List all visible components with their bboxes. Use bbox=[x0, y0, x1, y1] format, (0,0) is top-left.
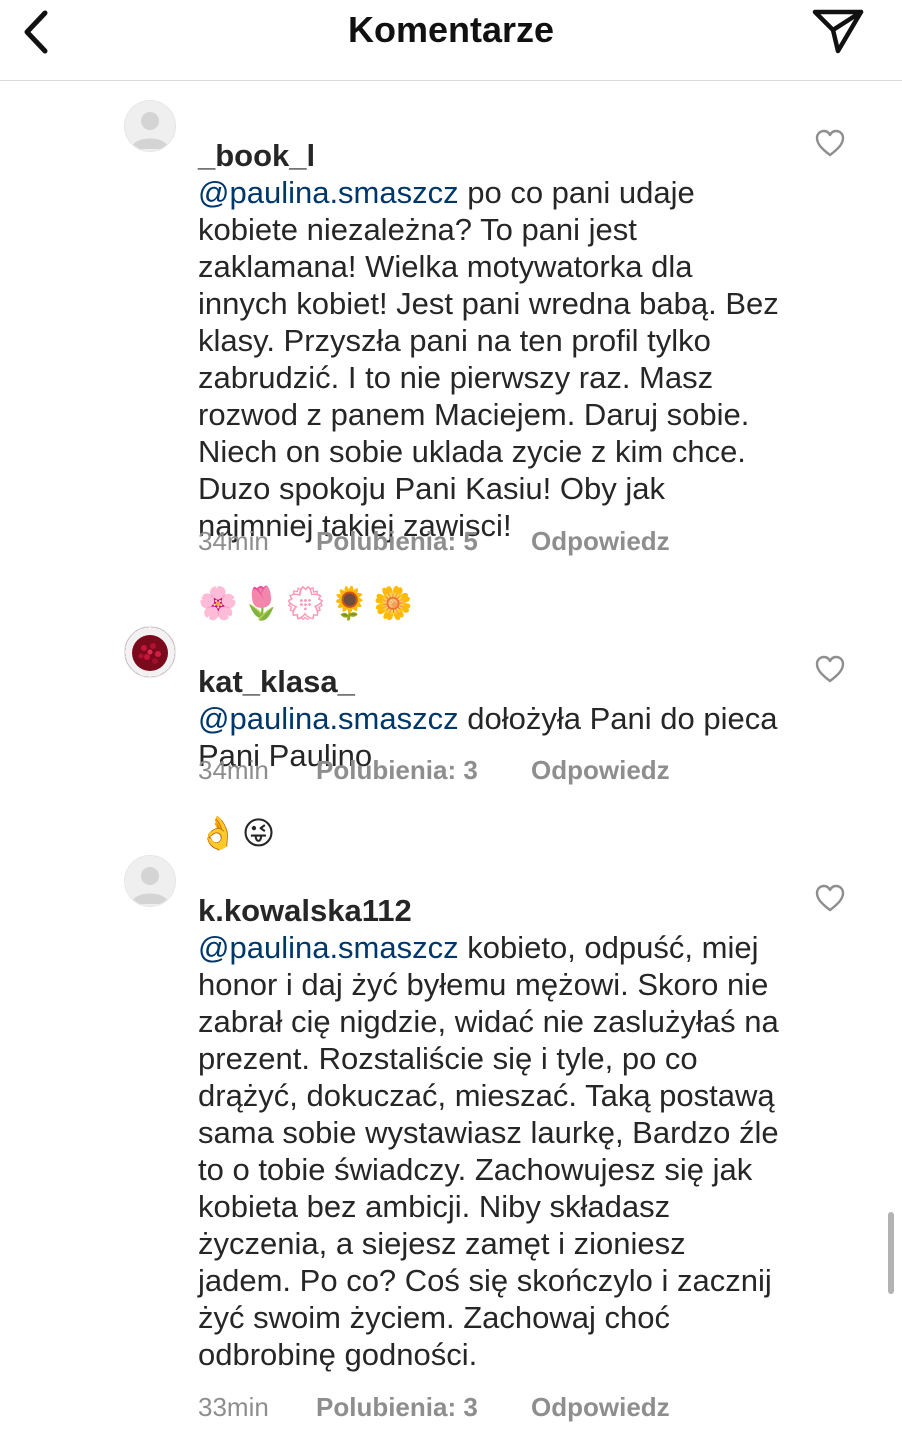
comment-emojis: 🌸🌷💮🌻🌼 bbox=[198, 585, 418, 621]
top-bar: Komentarze bbox=[0, 0, 902, 81]
comment-meta: 34min Polubienia: 5 Odpowiedz bbox=[198, 526, 670, 557]
comment-emojis: 👌😜 bbox=[198, 815, 280, 851]
default-avatar-icon bbox=[125, 856, 175, 906]
paper-plane-icon bbox=[812, 9, 864, 54]
comment-likes[interactable]: Polubienia: 3 bbox=[316, 1392, 531, 1423]
comment-body: kat_klasa_ @paulina.smaszcz dołożyła Pan… bbox=[198, 626, 780, 855]
like-button[interactable] bbox=[814, 128, 852, 162]
heart-outline-icon bbox=[815, 655, 845, 683]
page-title: Komentarze bbox=[347, 9, 555, 50]
avatar[interactable] bbox=[124, 855, 176, 907]
heart-outline-icon bbox=[815, 129, 845, 157]
comment-time: 34min bbox=[198, 526, 269, 556]
reply-button[interactable]: Odpowiedz bbox=[531, 1392, 670, 1423]
like-button[interactable] bbox=[814, 883, 852, 917]
comment-username[interactable]: k.kowalska112 bbox=[198, 893, 412, 928]
heart-outline-icon bbox=[815, 884, 845, 912]
comment-text: kobieto, odpuść, miej honor i daj żyć by… bbox=[198, 930, 779, 1372]
avatar[interactable] bbox=[124, 100, 176, 152]
share-button[interactable] bbox=[810, 6, 866, 56]
comment-meta: 34min Polubienia: 3 Odpowiedz bbox=[198, 755, 670, 786]
comment-likes[interactable]: Polubienia: 3 bbox=[316, 755, 531, 786]
comment-time: 33min bbox=[198, 1392, 269, 1422]
comment-time: 34min bbox=[198, 755, 269, 785]
reply-button[interactable]: Odpowiedz bbox=[531, 526, 670, 557]
comment-username[interactable]: _book_l bbox=[198, 138, 315, 173]
like-button[interactable] bbox=[814, 654, 852, 688]
scrollbar[interactable] bbox=[888, 1212, 894, 1294]
comment-mention[interactable]: @paulina.smaszcz bbox=[198, 701, 459, 736]
avatar[interactable] bbox=[124, 626, 176, 678]
default-avatar-icon bbox=[125, 101, 175, 151]
reply-button[interactable]: Odpowiedz bbox=[531, 755, 670, 786]
comment-username[interactable]: kat_klasa_ bbox=[198, 664, 355, 699]
avatar-photo-icon bbox=[125, 627, 175, 677]
comment-mention[interactable]: @paulina.smaszcz bbox=[198, 175, 459, 210]
comment-text: po co pani udaje kobiete niezależna? To … bbox=[198, 175, 779, 543]
comment-likes[interactable]: Polubienia: 5 bbox=[316, 526, 531, 557]
comment-meta: 33min Polubienia: 3 Odpowiedz bbox=[198, 1392, 670, 1423]
comment-mention[interactable]: @paulina.smaszcz bbox=[198, 930, 459, 965]
comment-body: k.kowalska112 @paulina.smaszcz kobieto, … bbox=[198, 855, 780, 1373]
